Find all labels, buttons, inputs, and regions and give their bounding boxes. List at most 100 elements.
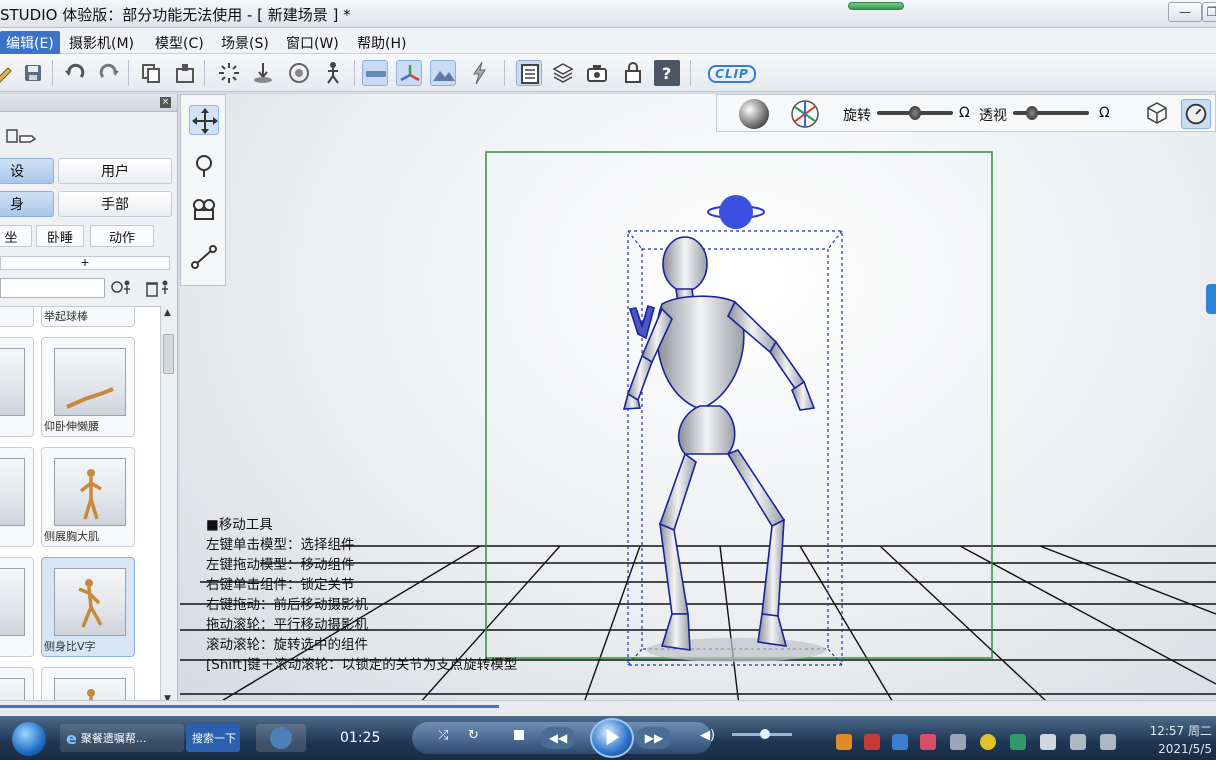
tray-app-icon[interactable] — [950, 734, 966, 750]
volume-slider[interactable] — [732, 729, 792, 739]
trash-figure-icon[interactable] — [144, 278, 172, 298]
menu-help[interactable]: 帮助(H) — [351, 31, 412, 55]
menu-scene[interactable]: 场景(S) — [215, 31, 275, 55]
system-clock[interactable]: 12:57 周二 2021/5/5 — [1138, 722, 1212, 758]
ruler-icon[interactable] — [362, 60, 388, 86]
tab-hands[interactable]: 手部 — [58, 191, 172, 217]
shuffle-icon[interactable]: ⤮ — [438, 728, 448, 743]
next-icon[interactable]: ▶▶ — [636, 727, 672, 749]
perspective-reset-icon[interactable]: Ω — [1099, 105, 1110, 121]
copy-icon[interactable] — [138, 60, 164, 86]
tray-app-icon[interactable] — [920, 734, 936, 750]
camera-icon[interactable] — [584, 60, 610, 86]
tray-app-icon[interactable] — [1010, 734, 1026, 750]
layers-icon[interactable] — [550, 60, 576, 86]
pose-thumbnail-list[interactable]: 举起球棒 仰卧伸懒腰 侧展胸大肌 侧身比V字 — [0, 306, 160, 706]
perspective-slider-knob[interactable] — [1026, 106, 1038, 120]
menu-camera[interactable]: 摄影机(M) — [63, 31, 140, 55]
tab-body[interactable]: 身 — [0, 191, 54, 217]
restore-button[interactable]: ❐ — [1202, 2, 1216, 22]
side-dock-tab[interactable] — [1206, 284, 1216, 314]
tab-action[interactable]: 动作 — [90, 225, 154, 247]
tray-app-icon[interactable] — [980, 734, 996, 750]
taskbar-ie-item[interactable]: e 聚餐遗嘱帮... — [60, 724, 184, 752]
hand-pointer-icon[interactable] — [6, 126, 38, 146]
previous-icon[interactable]: ◀◀ — [540, 727, 576, 749]
list-item[interactable] — [0, 447, 34, 547]
list-item[interactable] — [0, 337, 34, 437]
lock-icon[interactable] — [620, 60, 646, 86]
explode-icon[interactable] — [216, 60, 242, 86]
stop-icon[interactable] — [514, 730, 524, 740]
repeat-icon[interactable]: ↻ — [468, 728, 479, 743]
volume-slider-knob[interactable] — [760, 729, 770, 739]
thumbnail-scrollbar[interactable]: ▲ ▼ — [160, 306, 176, 706]
tool-help-overlay: ■移动工具 左键单击模型：选择组件 左键拖动模型：移动组件 右键单击组件：锁定关… — [206, 515, 517, 675]
pose-icon[interactable] — [320, 60, 346, 86]
volume-icon[interactable]: ◀) — [700, 728, 715, 743]
terrain-icon[interactable] — [430, 60, 456, 86]
rotate-slider-knob[interactable] — [909, 106, 921, 120]
tray-app-icon[interactable] — [864, 734, 880, 750]
cube-view-icon[interactable] — [1145, 101, 1169, 125]
rotate-tool-icon[interactable] — [189, 150, 219, 180]
menu-window[interactable]: 窗口(W) — [280, 31, 345, 55]
video-time: 01:25 — [340, 730, 381, 746]
redo-icon[interactable] — [96, 60, 122, 86]
joint-tool-icon[interactable] — [189, 241, 219, 271]
taskbar-app-item[interactable] — [256, 724, 306, 752]
tab-user[interactable]: 用户 — [58, 158, 172, 184]
taskbar-search-item[interactable]: 搜索一下 — [186, 724, 240, 752]
paste-icon[interactable] — [172, 60, 198, 86]
lightning-icon[interactable] — [466, 60, 492, 86]
search-figure-icon[interactable] — [110, 278, 134, 298]
orbit-view-icon[interactable] — [1181, 99, 1211, 129]
panel-header: × — [0, 94, 177, 112]
network-icon[interactable] — [1070, 734, 1086, 750]
start-button[interactable] — [12, 722, 46, 756]
tray-app-icon[interactable] — [892, 734, 908, 750]
scrollbar-thumb[interactable] — [163, 334, 174, 374]
list-item[interactable] — [0, 307, 34, 327]
move-tool-icon[interactable] — [189, 105, 219, 135]
tab-lying[interactable]: 卧睡 — [36, 225, 84, 247]
camera-tool-icon[interactable] — [189, 195, 219, 225]
tray-app-icon[interactable] — [836, 734, 852, 750]
add-category-button[interactable]: + — [0, 256, 170, 270]
list-item[interactable]: 仰卧伸懒腰 — [41, 337, 135, 437]
svg-text:?: ? — [662, 64, 671, 83]
play-button[interactable] — [590, 718, 634, 758]
tab-preset[interactable]: 设 — [0, 158, 54, 184]
taskbar-ie-label: 聚餐遗嘱帮... — [80, 732, 147, 745]
panel-close-icon[interactable]: × — [160, 97, 171, 108]
tray-app-icon[interactable] — [1040, 734, 1056, 750]
title-grip[interactable] — [848, 2, 904, 10]
pose-search-input[interactable] — [0, 278, 105, 298]
save-icon[interactable] — [20, 60, 46, 86]
rotate-slider[interactable] — [877, 106, 953, 120]
view-toolbar: 旋转 Ω 透视 Ω — [716, 94, 1216, 132]
target-icon[interactable] — [286, 60, 312, 86]
tab-sit[interactable]: 坐 — [0, 225, 32, 247]
menu-model[interactable]: 模型(C) — [149, 31, 210, 55]
perspective-slider[interactable] — [1013, 106, 1089, 120]
panel-icon[interactable] — [516, 60, 542, 86]
sphere-icon[interactable] — [739, 99, 769, 129]
speaker-icon[interactable] — [1100, 734, 1116, 750]
undo-icon[interactable] — [62, 60, 88, 86]
rotate-handle-icon — [707, 195, 765, 229]
rotate-reset-icon[interactable]: Ω — [959, 105, 970, 121]
menu-edit[interactable]: 编辑(E) — [0, 31, 60, 55]
media-player-controls: ⤮ ↻ ◀◀ ▶▶ ◀) — [412, 718, 715, 758]
axis-icon[interactable] — [396, 60, 422, 86]
minimize-button[interactable]: — — [1168, 2, 1202, 22]
list-item[interactable]: 侧展胸大肌 — [41, 447, 135, 547]
help-line: 滚动滚轮：旋转选中的组件 — [206, 637, 368, 653]
pencil-icon[interactable] — [0, 60, 18, 86]
list-item[interactable]: 侧身比V字 — [41, 557, 135, 657]
help-icon[interactable]: ? — [654, 60, 680, 86]
list-item[interactable] — [0, 557, 34, 657]
list-item[interactable]: 举起球棒 — [41, 307, 135, 327]
ground-icon[interactable] — [250, 60, 276, 86]
gimbal-icon[interactable] — [789, 98, 821, 130]
